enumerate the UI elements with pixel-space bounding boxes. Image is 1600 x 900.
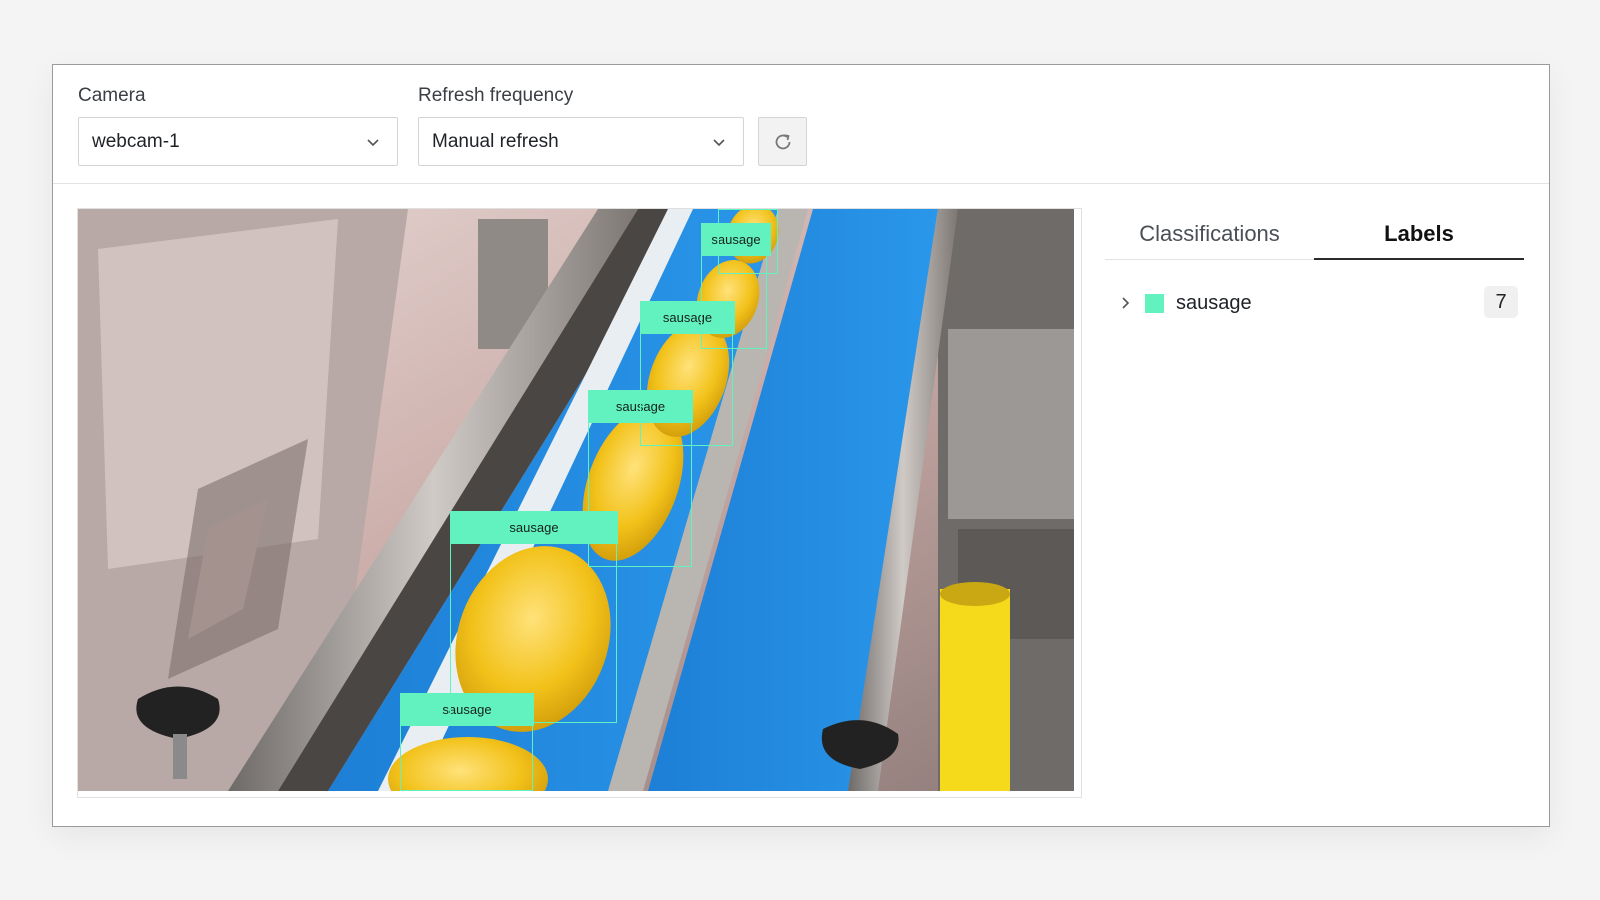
toolbar: Camera webcam-1 Refresh frequency Manual… <box>53 65 1549 184</box>
refresh-button[interactable] <box>758 117 807 166</box>
camera-panel: Camera webcam-1 Refresh frequency Manual… <box>52 64 1550 827</box>
label-color-swatch <box>1145 294 1164 313</box>
camera-feed-image: sausage sausage sausage sausage sausage <box>78 209 1074 791</box>
refresh-icon <box>775 134 791 150</box>
tab-labels[interactable]: Labels <box>1314 208 1524 260</box>
detection-box[interactable] <box>450 543 617 723</box>
detection-box[interactable] <box>718 209 778 274</box>
chevron-right-icon[interactable] <box>1117 295 1133 311</box>
detection-box[interactable] <box>640 333 733 446</box>
camera-select-value: webcam-1 <box>92 131 180 152</box>
label-count-badge: 7 <box>1484 286 1518 318</box>
label-name: sausage <box>1176 292 1252 314</box>
label-row-sausage[interactable]: sausage 7 <box>1105 283 1524 323</box>
refresh-frequency-label: Refresh frequency <box>418 85 574 106</box>
camera-select[interactable]: webcam-1 <box>78 117 398 166</box>
camera-label: Camera <box>78 85 146 106</box>
camera-feed-frame: sausage sausage sausage sausage sausage <box>77 208 1082 798</box>
chevron-down-icon <box>713 139 725 147</box>
detection-box[interactable] <box>400 724 533 791</box>
sidebar-tabs: Classifications Labels <box>1105 208 1524 260</box>
chevron-down-icon <box>367 139 379 147</box>
refresh-frequency-value: Manual refresh <box>432 131 559 152</box>
tab-classifications[interactable]: Classifications <box>1105 208 1314 260</box>
refresh-frequency-select[interactable]: Manual refresh <box>418 117 744 166</box>
